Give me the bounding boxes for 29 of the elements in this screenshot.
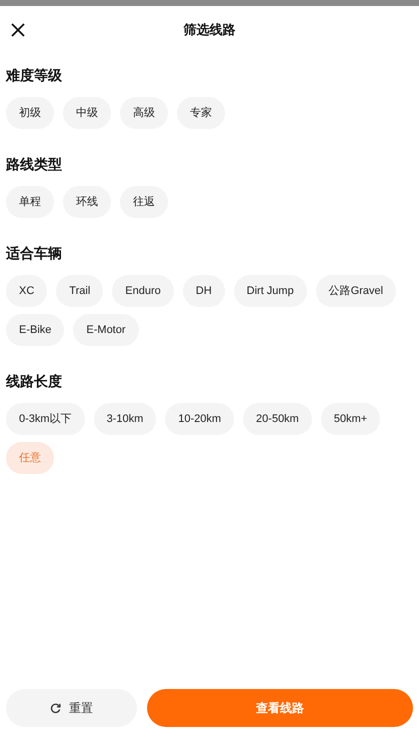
filter-chip[interactable]: XC [6,275,48,307]
filter-chip[interactable]: 往返 [120,186,168,218]
filter-chip[interactable]: Trail [56,275,104,307]
filter-chip[interactable]: DH [182,275,225,307]
filter-chip[interactable]: 50km+ [320,403,380,435]
filter-chip[interactable]: 中级 [63,97,111,129]
page-title: 筛选线路 [184,21,236,40]
filter-chip[interactable]: Dirt Jump [234,275,307,307]
reset-button[interactable]: 重置 [6,689,137,727]
filter-chip[interactable]: 公路Gravel [316,275,396,307]
reset-label: 重置 [69,700,93,717]
filter-chip[interactable]: 3-10km [94,403,156,435]
filter-chip[interactable]: 高级 [120,97,168,129]
section-title: 线路长度 [6,372,63,391]
filter-chip[interactable]: 20-50km [243,403,312,435]
filter-chip[interactable]: 10-20km [165,403,234,435]
filter-chip[interactable]: Enduro [112,275,174,307]
refresh-icon [50,702,61,714]
filter-chip[interactable]: 0-3km以下 [6,403,85,435]
filter-chip[interactable]: E-Motor [73,314,139,346]
filter-chip[interactable]: 环线 [63,186,111,218]
filter-chip[interactable]: 专家 [177,97,225,129]
filter-chip[interactable]: 初级 [6,97,54,129]
close-icon [11,23,25,37]
section-title: 适合车辆 [6,244,63,263]
section-title: 路线类型 [6,155,63,174]
filter-chip[interactable]: 单程 [6,186,54,218]
filter-chip[interactable]: E-Bike [6,314,64,346]
section-title: 难度等级 [6,66,63,85]
